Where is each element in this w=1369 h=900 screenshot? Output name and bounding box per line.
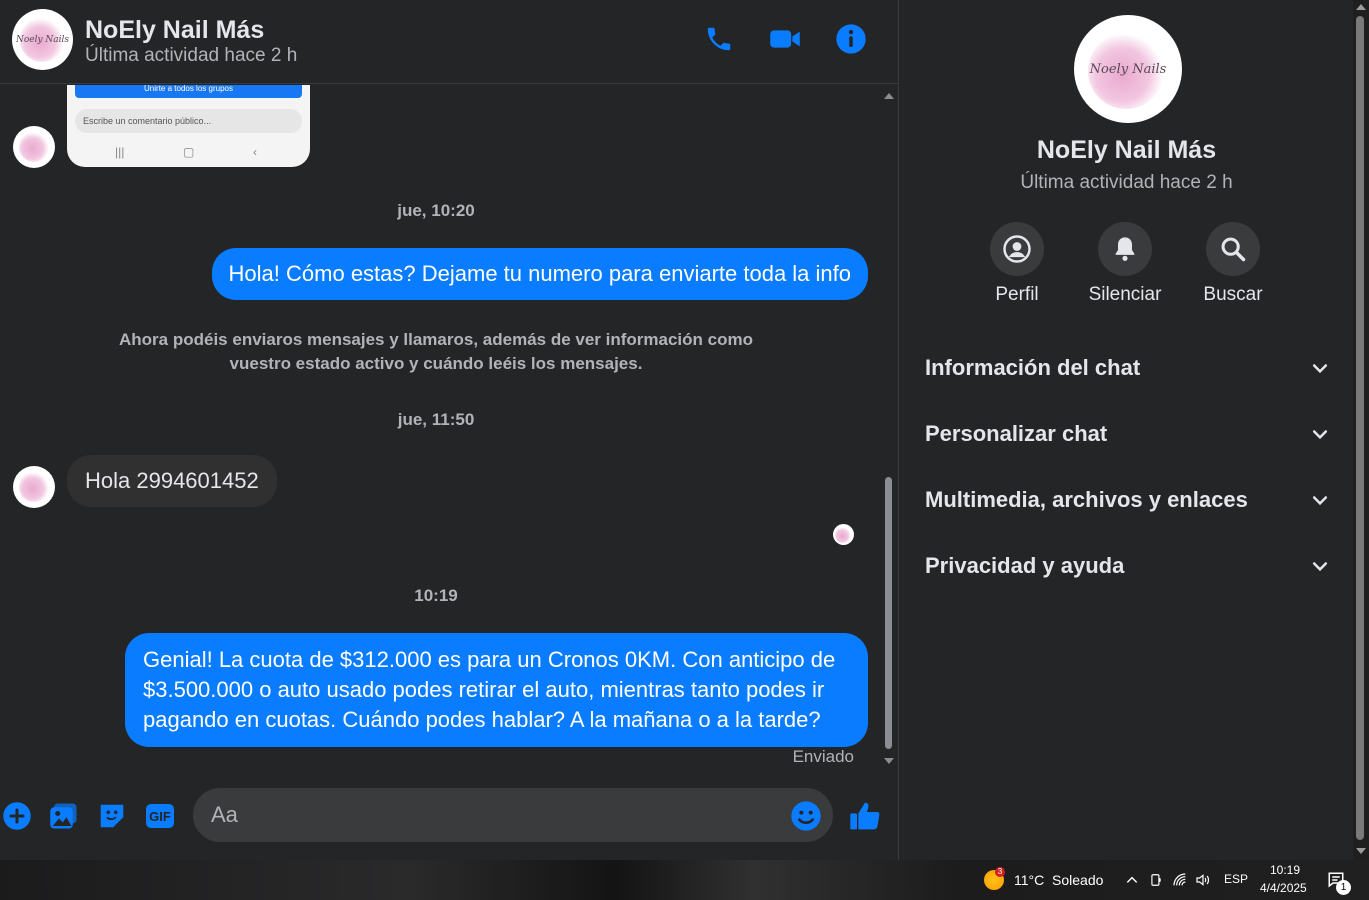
- contact-avatar-small[interactable]: [13, 466, 55, 508]
- section-privacy-help[interactable]: Privacidad y ayuda: [925, 546, 1330, 586]
- avatar-logo-text: Noely Nails: [15, 34, 70, 45]
- panel-contact-status: Última actividad hace 2 h: [1020, 172, 1233, 193]
- chat-info-panel: Noely Nails NoEly Nail Más Última activi…: [898, 0, 1353, 860]
- weather-alert-badge: 3: [995, 867, 1005, 877]
- read-receipt-avatar: [833, 524, 854, 545]
- section-chat-info[interactable]: Información del chat: [925, 348, 1330, 388]
- profile-avatar-large[interactable]: Noely Nails: [1074, 15, 1182, 123]
- windows-taskbar: 3 11°C Soleado ESP 10:19 4/4/2025 1: [0, 860, 1369, 900]
- section-title: Información del chat: [925, 355, 1141, 380]
- home-icon: ▢: [183, 145, 195, 159]
- outgoing-message[interactable]: Hola! Cómo estas? Dejame tu numero para …: [211, 248, 868, 300]
- sticker-icon[interactable]: [95, 799, 129, 833]
- section-customize-chat[interactable]: Personalizar chat: [925, 414, 1330, 454]
- gif-label: GIF: [146, 804, 174, 828]
- recents-icon: |||: [115, 145, 125, 159]
- join-groups-button: Unirte a todos los grupos: [75, 85, 302, 98]
- composer: GIF Aa: [0, 776, 898, 860]
- message-timestamp: jue, 10:20: [397, 201, 475, 220]
- contact-name[interactable]: NoEly Nail Más: [85, 16, 264, 45]
- emoji-icon[interactable]: [789, 799, 823, 833]
- section-title: Multimedia, archivos y enlaces: [925, 487, 1248, 512]
- weather-text: 11°C Soleado: [1014, 872, 1104, 888]
- chevron-down-icon: [1312, 496, 1328, 506]
- input-language[interactable]: ESP: [1224, 872, 1248, 886]
- plus-icon[interactable]: [0, 799, 34, 833]
- chat-header: Noely Nails NoEly Nail Más Última activi…: [0, 0, 898, 84]
- scroll-thumb[interactable]: [1356, 16, 1364, 840]
- wifi-icon[interactable]: [1171, 871, 1189, 889]
- gif-icon[interactable]: GIF: [143, 799, 177, 833]
- profile-label: Perfil: [995, 284, 1039, 305]
- scroll-down-arrow[interactable]: [1356, 848, 1366, 854]
- back-icon: ‹: [253, 145, 257, 159]
- scroll-down-arrow[interactable]: [884, 758, 894, 764]
- profile-button[interactable]: Perfil: [967, 222, 1067, 306]
- clock-time[interactable]: 10:19: [1270, 863, 1300, 877]
- chevron-down-icon: [1312, 430, 1328, 440]
- phone-icon[interactable]: [702, 22, 736, 56]
- video-camera-icon[interactable]: [768, 22, 802, 56]
- message-list[interactable]: Unirte a todos los grupos Escribe un com…: [0, 85, 880, 775]
- incoming-message[interactable]: Hola 2994601452: [67, 455, 277, 507]
- message-timestamp: 10:19: [414, 586, 458, 605]
- outgoing-message[interactable]: Genial! La cuota de $312.000 es para un …: [125, 633, 868, 747]
- message-input[interactable]: Aa: [193, 788, 833, 842]
- chevron-down-icon: [1312, 562, 1328, 572]
- system-notice: Ahora podéis enviaros mensajes y llamaro…: [119, 330, 753, 373]
- chevron-down-icon: [1312, 364, 1328, 374]
- contact-avatar[interactable]: Noely Nails: [12, 9, 73, 70]
- comment-field: Escribe un comentario público...: [75, 109, 302, 133]
- search-button[interactable]: Buscar: [1183, 222, 1283, 306]
- weather-widget[interactable]: 3 11°C Soleado: [982, 860, 1107, 900]
- section-title: Privacidad y ayuda: [925, 553, 1125, 578]
- chevron-up-icon[interactable]: [1123, 871, 1141, 889]
- avatar-logo-text: Noely Nails: [1089, 61, 1167, 77]
- message-scrollbar[interactable]: [880, 85, 898, 775]
- clock-date[interactable]: 4/4/2025: [1260, 881, 1307, 895]
- contact-avatar-small[interactable]: [13, 126, 55, 168]
- contact-status: Última actividad hace 2 h: [85, 45, 298, 66]
- volume-icon[interactable]: [1194, 871, 1212, 889]
- chat-window: Noely Nails NoEly Nail Más Última activi…: [0, 0, 898, 860]
- phone-nav-bar: ||| ▢ ‹: [67, 141, 310, 167]
- profile-icon: [990, 222, 1044, 276]
- section-title: Personalizar chat: [925, 421, 1108, 446]
- message-timestamp: jue, 11:50: [397, 410, 475, 429]
- scroll-up-arrow[interactable]: [1356, 4, 1366, 10]
- panel-contact-name: NoEly Nail Más: [1036, 136, 1217, 164]
- device-icon[interactable]: [1147, 871, 1165, 889]
- notification-count-badge: 1: [1336, 880, 1351, 895]
- scroll-thumb[interactable]: [885, 477, 892, 749]
- info-icon[interactable]: [834, 22, 868, 56]
- page-scrollbar[interactable]: [1353, 0, 1369, 860]
- section-media-files-links[interactable]: Multimedia, archivos y enlaces: [925, 480, 1330, 520]
- search-icon: [1206, 222, 1260, 276]
- photo-icon[interactable]: [47, 799, 81, 833]
- bell-icon: [1098, 222, 1152, 276]
- mute-label: Silenciar: [1088, 284, 1162, 305]
- mute-button[interactable]: Silenciar: [1075, 222, 1175, 306]
- search-label: Buscar: [1203, 284, 1263, 305]
- thumbs-up-icon[interactable]: [848, 799, 882, 833]
- delivery-status: Enviado: [792, 747, 854, 766]
- shared-post-preview[interactable]: Unirte a todos los grupos Escribe un com…: [67, 85, 310, 167]
- scroll-up-arrow[interactable]: [884, 93, 894, 99]
